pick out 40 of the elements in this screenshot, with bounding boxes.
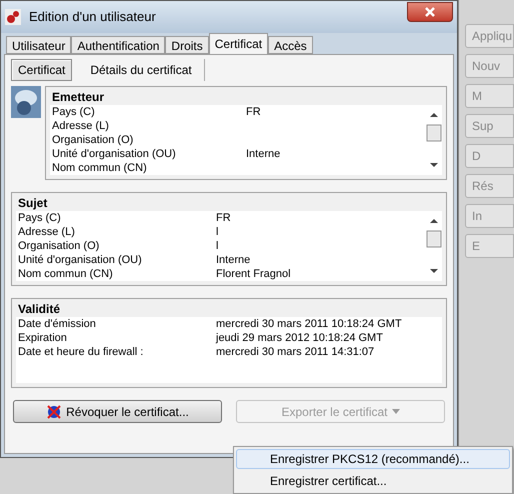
- field-value: FR: [246, 104, 261, 120]
- menu-item[interactable]: Enregistrer PKCS12 (recommandé)...: [236, 449, 510, 469]
- section-title: Emetteur: [51, 89, 106, 105]
- field-value: Interne: [216, 252, 250, 268]
- field-label: Date et heure du firewall :: [17, 344, 144, 360]
- field-label: Organisation (O): [17, 238, 100, 254]
- field-label: Adresse (L): [17, 224, 76, 240]
- field-value: Florent Fragnol: [216, 266, 291, 282]
- field-label: Unité d'organisation (OU): [51, 146, 177, 162]
- revoke-button[interactable]: Révoquer le certificat...: [13, 400, 222, 423]
- subtab[interactable]: Certificat: [11, 59, 72, 81]
- tab[interactable]: Utilisateur: [6, 36, 72, 54]
- field-value: mercredi 30 mars 2011 10:18:24 GMT: [216, 316, 402, 332]
- field-label: Nom commun (CN): [17, 266, 114, 282]
- field-value: FR: [216, 210, 231, 226]
- field-value: Interne: [246, 146, 280, 162]
- field-label: Pays (C): [17, 210, 62, 226]
- field-label: Unité d'organisation (OU): [17, 252, 143, 268]
- caret-icon: [392, 409, 400, 414]
- menu-item[interactable]: Enregistrer certificat...: [236, 471, 510, 491]
- close-button[interactable]: [407, 2, 453, 22]
- field-label: Expiration: [17, 330, 68, 346]
- window-title: Edition d'un utilisateur: [29, 8, 157, 26]
- field-value: jeudi 29 mars 2012 10:18:24 GMT: [216, 330, 383, 346]
- close-icon: [425, 7, 435, 17]
- field-value: l: [216, 224, 218, 240]
- field-label: Date d'émission: [17, 316, 97, 332]
- section-title: Validité: [17, 301, 62, 317]
- field-label: Organisation (O): [51, 132, 134, 148]
- field-label: Pays (C): [51, 104, 96, 120]
- field-value: l: [216, 238, 218, 254]
- field-label: Adresse (L): [51, 118, 110, 134]
- tab[interactable]: Certificat: [208, 33, 268, 54]
- revoke-icon: [46, 404, 62, 420]
- field-value: mercredi 30 mars 2011 14:31:07: [216, 344, 374, 360]
- tab[interactable]: Authentification: [71, 36, 166, 54]
- tab[interactable]: Accès: [268, 36, 313, 54]
- field-label: Nom commun (CN): [51, 160, 148, 176]
- tab[interactable]: Droits: [165, 36, 209, 54]
- section-title: Sujet: [17, 195, 48, 211]
